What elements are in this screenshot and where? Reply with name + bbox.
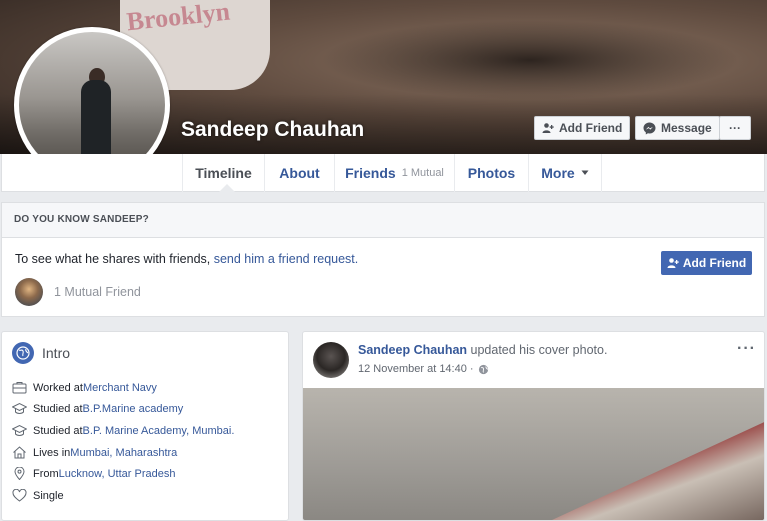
add-person-icon <box>542 123 554 133</box>
intro-item-link[interactable]: B.P.Marine academy <box>83 403 184 415</box>
globe-privacy-icon[interactable] <box>478 364 489 375</box>
intro-card: Intro Worked at Merchant Navy Studied at… <box>1 331 289 521</box>
tab-photos[interactable]: Photos <box>454 154 528 192</box>
mutual-friends-row[interactable]: 1 Mutual Friend <box>15 278 141 306</box>
add-friend-primary-button[interactable]: Add Friend <box>661 251 752 275</box>
globe-icon <box>12 342 34 364</box>
post-cover-photo[interactable] <box>303 388 764 520</box>
post-timestamp[interactable]: 12 November at 14:40 · <box>358 363 474 375</box>
add-friend-label: Add Friend <box>559 121 623 135</box>
tab-timeline-label: Timeline <box>195 165 252 181</box>
tab-more[interactable]: More <box>528 154 602 192</box>
relationship-status: Single <box>33 489 64 502</box>
profile-name[interactable]: Sandeep Chauhan <box>181 118 364 142</box>
do-you-know-card: DO YOU KNOW SANDEEP? To see what he shar… <box>1 202 765 317</box>
location-pin-icon <box>14 467 25 480</box>
prompt-text: To see what he shares with friends, <box>15 252 214 266</box>
add-friend-button[interactable]: Add Friend <box>534 116 631 140</box>
add-friend-primary-label: Add Friend <box>682 256 747 270</box>
more-options-button[interactable]: ··· <box>719 116 751 140</box>
cover-update-post: Sandeep Chauhan updated his cover photo.… <box>302 331 765 521</box>
graduation-cap-icon <box>12 424 27 436</box>
chevron-down-icon <box>581 170 589 175</box>
intro-item-prefix: Studied at <box>33 424 83 437</box>
add-person-icon <box>667 258 679 268</box>
intro-item-prefix: Worked at <box>33 381 83 394</box>
intro-item-education: Studied at B.P.Marine academy <box>12 402 183 415</box>
photo-boat-shape <box>513 418 764 520</box>
intro-title-label: Intro <box>42 345 71 361</box>
intro-item-relationship: Single <box>12 489 64 502</box>
friend-request-prompt: To see what he shares with friends, send… <box>15 252 358 266</box>
tab-friends[interactable]: Friends 1 Mutual <box>334 154 454 192</box>
post-header: Sandeep Chauhan updated his cover photo. <box>358 343 607 357</box>
active-tab-caret <box>219 184 235 192</box>
intro-item-lives-in: Lives in Mumbai, Maharashtra <box>12 446 177 459</box>
tab-photos-label: Photos <box>467 165 516 181</box>
intro-item-prefix: Lives in <box>33 446 71 459</box>
tab-about-label: About <box>279 165 320 181</box>
tab-friends-mutual-count: 1 Mutual <box>401 167 444 179</box>
tab-friends-label: Friends <box>345 165 396 181</box>
message-button[interactable]: Message <box>635 116 720 140</box>
intro-item-link[interactable]: B.P. Marine Academy, Mumbai. <box>83 425 235 437</box>
briefcase-icon <box>12 382 27 394</box>
intro-item-prefix: From <box>33 467 59 480</box>
tab-about[interactable]: About <box>264 154 334 192</box>
post-options-button[interactable]: ··· <box>737 340 756 358</box>
intro-item-link[interactable]: Lucknow, Uttar Pradesh <box>59 468 176 480</box>
intro-item-from: From Lucknow, Uttar Pradesh <box>12 467 175 480</box>
messenger-icon <box>643 122 656 134</box>
profile-tab-bar: Timeline About Friends 1 Mutual Photos M… <box>1 154 765 192</box>
more-dots-label: ··· <box>729 121 741 135</box>
post-action-text: updated his cover photo. <box>467 343 608 357</box>
mutual-friend-count[interactable]: 1 Mutual Friend <box>54 285 141 299</box>
home-icon <box>13 446 26 459</box>
intro-item-prefix: Studied at <box>33 402 83 415</box>
post-author-name[interactable]: Sandeep Chauhan <box>358 343 467 357</box>
intro-item-work: Worked at Merchant Navy <box>12 381 157 394</box>
post-author-avatar[interactable] <box>313 342 349 378</box>
intro-item-education: Studied at B.P. Marine Academy, Mumbai. <box>12 424 234 437</box>
tab-more-label: More <box>541 165 575 181</box>
cover-face <box>320 20 740 100</box>
intro-title: Intro <box>12 342 70 364</box>
intro-item-link[interactable]: Merchant Navy <box>83 382 157 394</box>
send-friend-request-link[interactable]: send him a friend request. <box>214 252 359 266</box>
graduation-cap-icon <box>12 402 27 414</box>
heart-icon <box>12 489 27 502</box>
do-you-know-heading: DO YOU KNOW SANDEEP? <box>2 203 764 238</box>
mutual-friend-avatar[interactable] <box>15 278 43 306</box>
intro-item-link[interactable]: Mumbai, Maharashtra <box>70 447 177 459</box>
post-meta: 12 November at 14:40 · <box>358 363 489 375</box>
message-label: Message <box>661 121 712 135</box>
